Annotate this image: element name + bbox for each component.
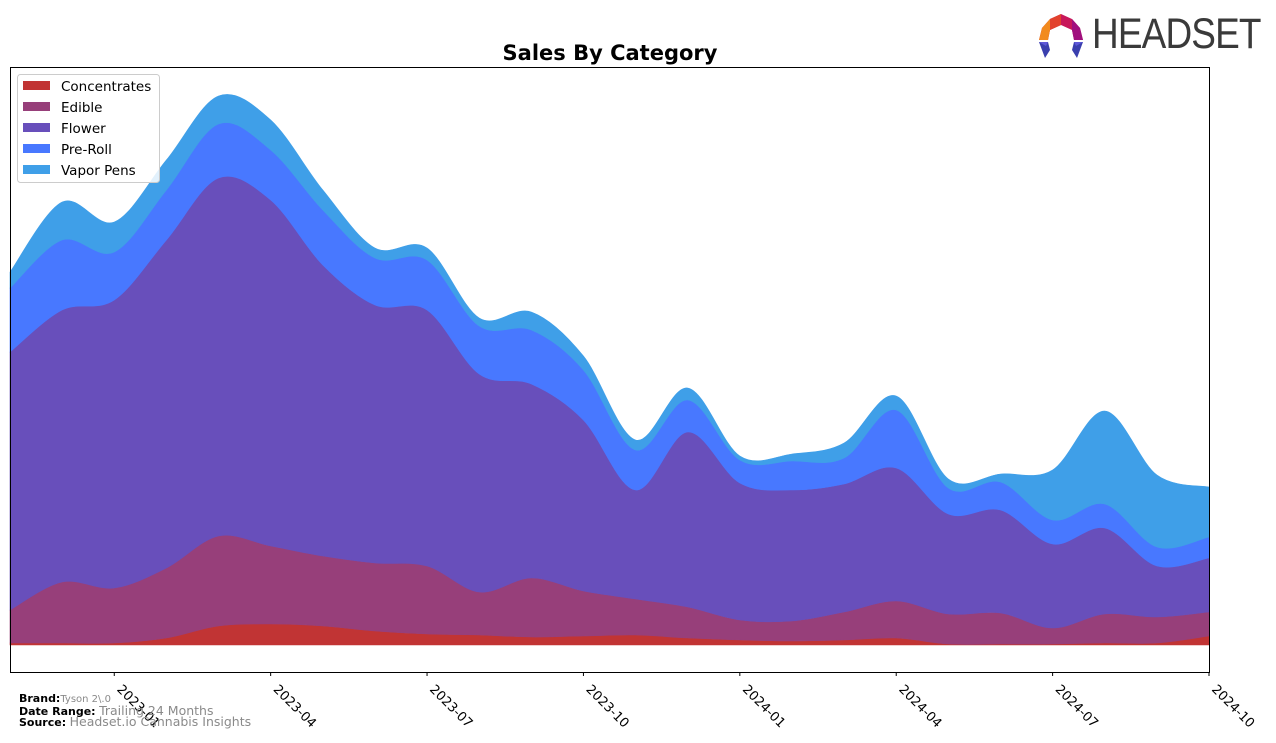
footer-source: Source: Headset.io Cannabis Insights	[19, 714, 252, 729]
legend-label-concentrates: Concentrates	[61, 79, 151, 95]
footer-source-value: Headset.io Cannabis Insights	[69, 714, 252, 729]
legend-label-flower: Flower	[61, 121, 106, 137]
x-tick-label: 2023-07	[426, 682, 475, 731]
legend-swatch-flower	[23, 123, 50, 132]
legend-swatch-concentrates	[23, 81, 50, 90]
x-tick-label: 2024-10	[1208, 682, 1257, 731]
chart-title: Sales By Category	[503, 41, 718, 65]
footer-source-label: Source:	[19, 716, 67, 729]
legend-swatch-pre-roll	[23, 144, 50, 153]
legend-label-edible: Edible	[61, 100, 102, 116]
x-tick-label: 2023-10	[583, 682, 632, 731]
headset-logo-text: HEADSET	[1092, 10, 1262, 58]
x-axis-ticks: 2023-01 2023-04 2023-07 2023-10 2024-01 2024-…	[113, 672, 1257, 731]
legend: Concentrates Edible Flower Pre-Roll Vapor Pe…	[17, 74, 160, 183]
legend-label-pre-roll: Pre-Roll	[61, 142, 112, 158]
stacked-areas	[9, 94, 1210, 646]
chart-footer: Brand:Tyson 2\.0 Date Range: Trailing 24…	[19, 692, 252, 729]
headset-logo: HEADSET	[1036, 10, 1266, 62]
x-tick-label: 2024-01	[739, 682, 788, 731]
x-tick-label: 2024-04	[895, 682, 944, 731]
x-tick-label: 2024-07	[1052, 682, 1101, 731]
x-tick-label: 2023-04	[270, 682, 319, 731]
legend-swatch-vapor-pens	[23, 165, 50, 174]
headset-logo-icon	[1039, 14, 1083, 58]
footer-brand-label: Brand:	[19, 692, 61, 705]
sales-by-category-chart: Sales By Category 2023-01 2023-04 2023-07 2…	[9, 41, 1257, 731]
legend-label-vapor-pens: Vapor Pens	[61, 163, 136, 179]
legend-swatch-edible	[23, 102, 50, 111]
